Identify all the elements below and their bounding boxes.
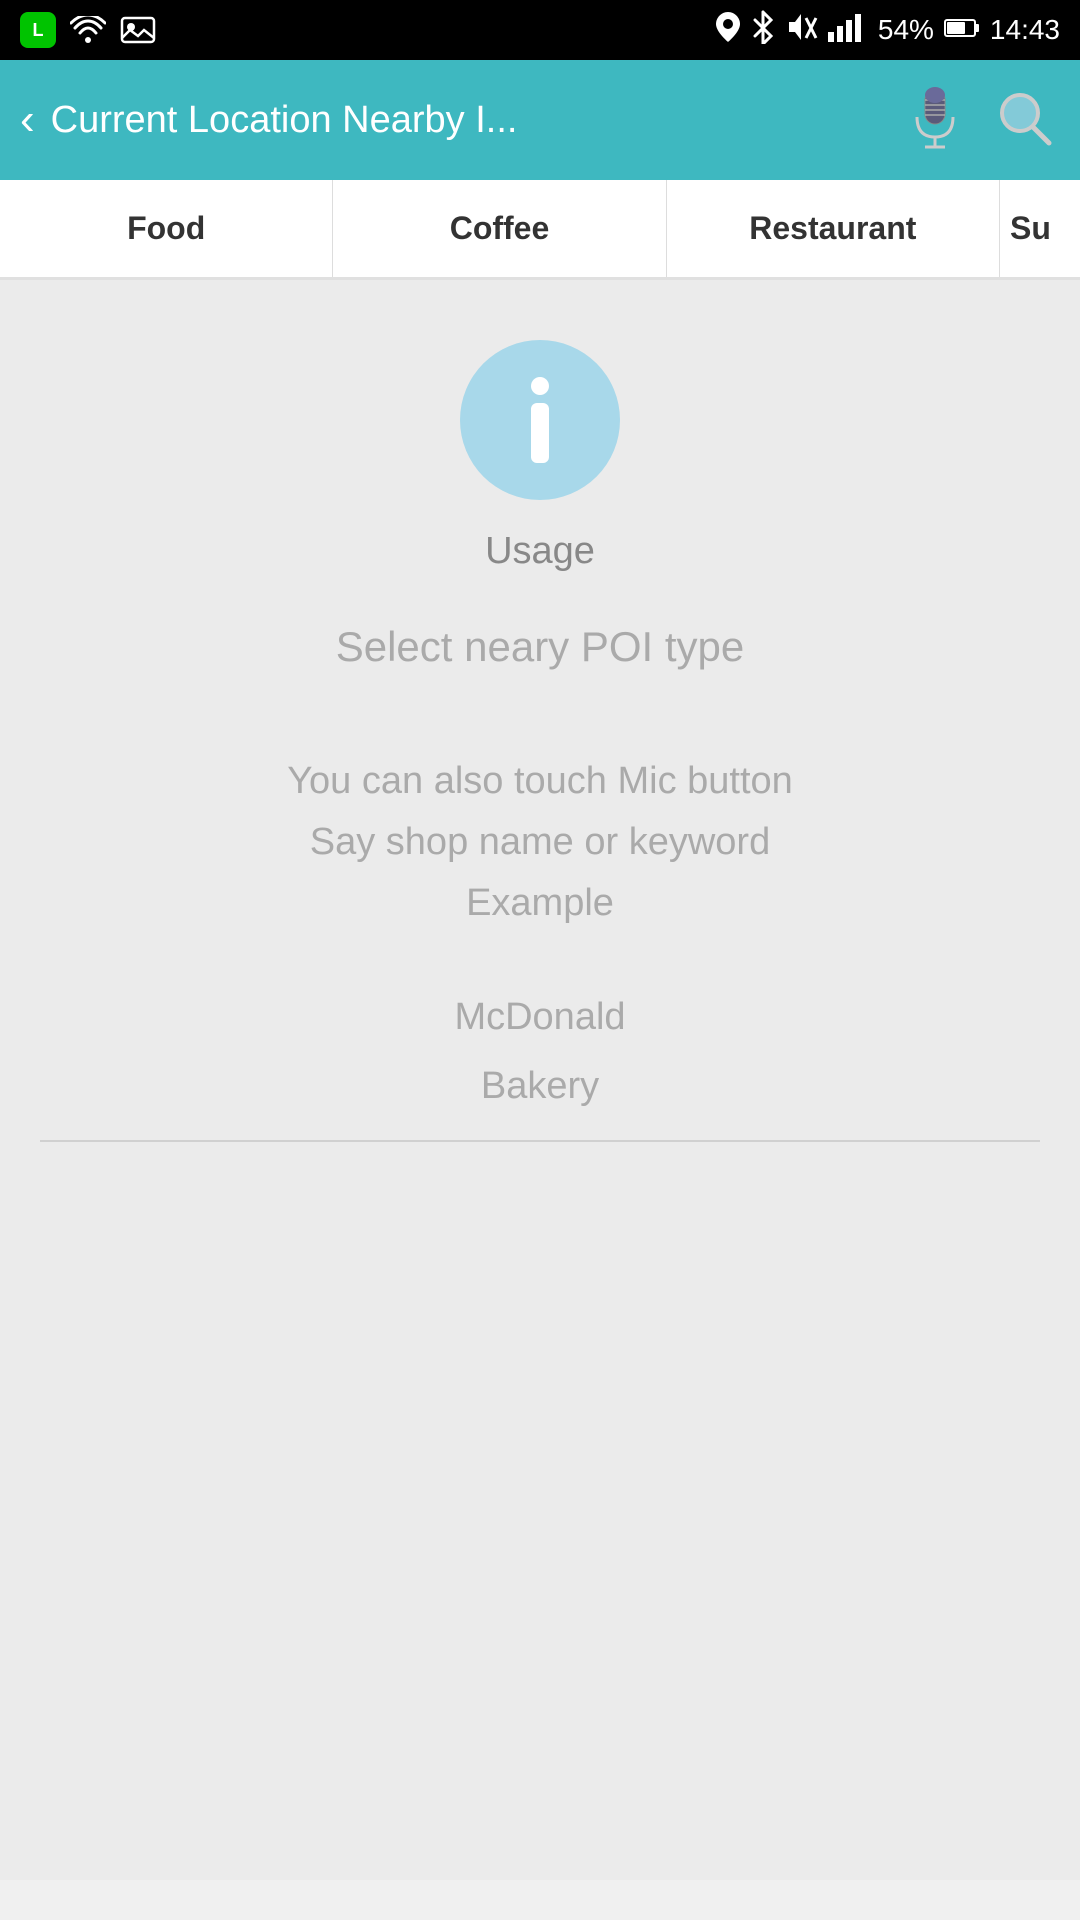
wifi-icon bbox=[70, 12, 106, 48]
time-display: 14:43 bbox=[990, 14, 1060, 46]
battery-icon bbox=[944, 14, 980, 46]
status-bar: L bbox=[0, 0, 1080, 60]
image-icon bbox=[120, 12, 156, 48]
back-button[interactable]: ‹ bbox=[20, 95, 35, 145]
info-icon bbox=[460, 340, 620, 500]
tab-more[interactable]: Su bbox=[1000, 180, 1080, 277]
battery-percent: 54% bbox=[878, 14, 934, 46]
tabs-container: Food Coffee Restaurant Su bbox=[0, 180, 1080, 280]
info-bar bbox=[531, 403, 549, 463]
status-bar-left: L bbox=[20, 12, 156, 48]
signal-icon bbox=[828, 12, 868, 49]
tab-restaurant[interactable]: Restaurant bbox=[667, 180, 1000, 277]
app-bar: ‹ Current Location Nearby I... bbox=[0, 60, 1080, 180]
separator bbox=[40, 1140, 1040, 1142]
status-bar-right: 54% 14:43 bbox=[714, 10, 1060, 51]
tab-coffee[interactable]: Coffee bbox=[333, 180, 666, 277]
mute-icon bbox=[784, 10, 818, 51]
usage-label: Usage bbox=[485, 530, 595, 573]
search-button[interactable] bbox=[990, 85, 1060, 155]
bluetooth-icon bbox=[752, 10, 774, 51]
app-bar-title: Current Location Nearby I... bbox=[51, 99, 900, 142]
app-bar-icons bbox=[900, 85, 1060, 155]
instructions-text: You can also touch Mic button Say shop n… bbox=[287, 751, 793, 933]
examples-text: McDonald Bakery bbox=[454, 983, 625, 1120]
select-poi-text: Select neary POI type bbox=[336, 623, 745, 671]
main-content: Usage Select neary POI type You can also… bbox=[0, 280, 1080, 1880]
mic-button[interactable] bbox=[900, 85, 970, 155]
info-dot bbox=[531, 377, 549, 395]
location-icon bbox=[714, 10, 742, 51]
line-icon: L bbox=[20, 12, 56, 48]
tab-food[interactable]: Food bbox=[0, 180, 333, 277]
